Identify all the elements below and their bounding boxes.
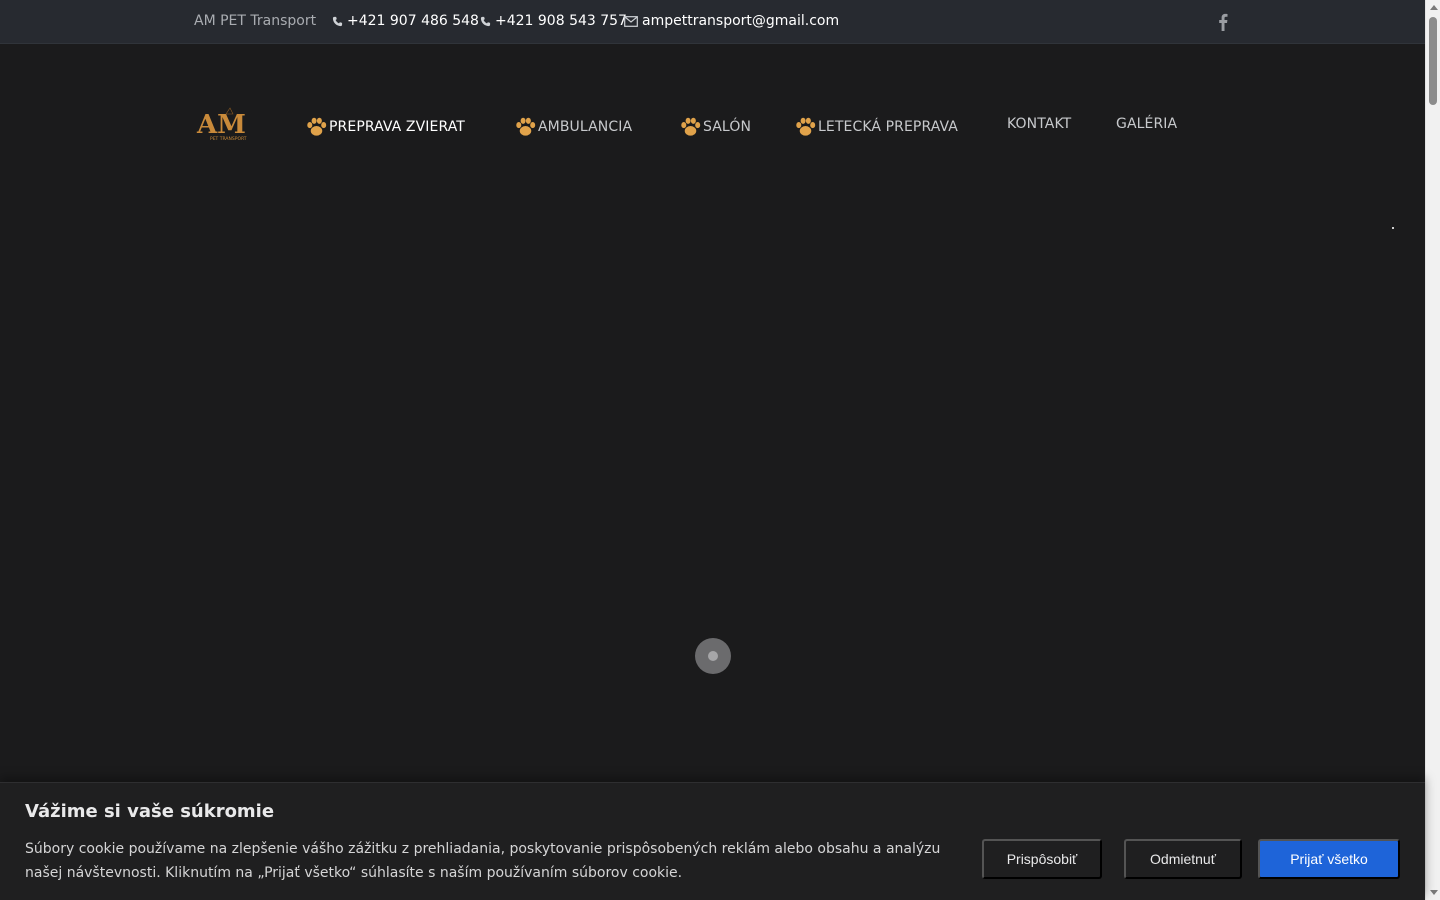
scroll-down-arrow-icon[interactable] (1430, 890, 1438, 895)
nav-item-ambulancia[interactable]: AMBULANCIA (514, 116, 632, 138)
site-logo[interactable]: AM PET TRANSPORT (196, 106, 252, 142)
vertical-scrollbar[interactable] (1425, 0, 1440, 900)
phone-link-2[interactable]: +421 908 543 757 (480, 13, 627, 29)
brand-name: AM PET Transport (194, 13, 317, 29)
email-link[interactable]: ampettransport@gmail.com (624, 13, 839, 29)
nav-item-letecka-preprava[interactable]: LETECKÁ PREPRAVA (794, 116, 958, 138)
decorative-dot (1392, 227, 1394, 229)
phone-number-1: +421 907 486 548 (347, 13, 479, 29)
nav-item-kontakt[interactable]: KONTAKT (1007, 116, 1071, 132)
top-contact-bar: AM PET Transport +421 907 486 548 +421 9… (0, 0, 1425, 44)
phone-number-2: +421 908 543 757 (495, 13, 627, 29)
accept-all-button[interactable]: Prijať všetko (1258, 839, 1400, 879)
phone-icon (332, 16, 343, 26)
paw-icon (516, 117, 536, 136)
cookie-title: Vážime si vaše súkromie (25, 801, 275, 822)
reject-button[interactable]: Odmietnuť (1124, 839, 1242, 879)
envelope-icon (624, 15, 638, 27)
svg-text:PET TRANSPORT: PET TRANSPORT (210, 136, 247, 142)
paw-icon (681, 117, 701, 136)
logo-image: AM PET TRANSPORT (196, 107, 247, 142)
loading-spinner (695, 638, 731, 674)
scroll-up-arrow-icon[interactable] (1430, 5, 1438, 10)
phone-link-1[interactable]: +421 907 486 548 (332, 13, 479, 29)
email-address: ampettransport@gmail.com (642, 13, 840, 29)
nav-label: AMBULANCIA (538, 119, 633, 135)
nav-label: LETECKÁ PREPRAVA (818, 119, 958, 135)
nav-item-salon[interactable]: SALÓN (679, 116, 751, 138)
nav-label: SALÓN (703, 119, 752, 135)
nav-label: PREPRAVA ZVIERAT (329, 119, 465, 135)
cookie-consent-banner: Vážime si vaše súkromie Súbory cookie po… (0, 782, 1425, 900)
facebook-icon[interactable] (1216, 13, 1230, 31)
scrollbar-thumb[interactable] (1429, 17, 1437, 105)
paw-icon (796, 117, 816, 136)
svg-text:AM: AM (196, 110, 246, 140)
nav-item-preprava-zvierat[interactable]: PREPRAVA ZVIERAT (305, 116, 465, 138)
customize-button[interactable]: Prispôsobiť (982, 839, 1102, 879)
phone-icon (480, 16, 491, 26)
nav-label: KONTAKT (1007, 116, 1072, 132)
nav-item-galeria[interactable]: GALÉRIA (1116, 116, 1177, 132)
nav-label: GALÉRIA (1116, 116, 1178, 132)
cookie-text: Súbory cookie používame na zlepšenie váš… (25, 841, 941, 881)
paw-icon (307, 117, 327, 136)
